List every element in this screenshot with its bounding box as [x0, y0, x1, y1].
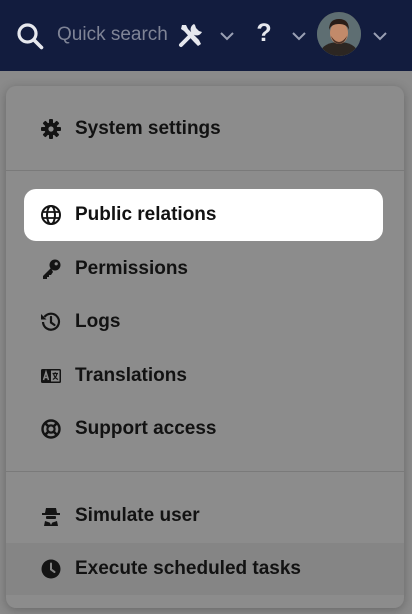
translate-icon [40, 365, 62, 387]
menu-item-public-relations[interactable]: Public relations [24, 189, 383, 241]
clock-icon [40, 558, 62, 580]
menu-divider [6, 471, 404, 472]
help-chevron-down-icon[interactable] [291, 29, 307, 41]
gear-icon [40, 118, 62, 140]
menu-divider [6, 170, 404, 171]
menu-item-label: Permissions [75, 258, 188, 279]
menu-item-permissions[interactable]: Permissions [6, 244, 404, 294]
menu-item-translations[interactable]: Translations [6, 351, 404, 401]
menu-item-label: Translations [75, 365, 187, 386]
menu-item-label: Simulate user [75, 505, 200, 526]
tools-chevron-down-icon[interactable] [219, 29, 235, 41]
menu-item-logs[interactable]: Logs [6, 297, 404, 347]
admin-dropdown-menu: System settings Public relations Permiss… [6, 86, 404, 608]
lifebuoy-icon [40, 418, 62, 440]
top-navigation-bar: Quick search ? [0, 0, 412, 71]
user-avatar[interactable] [317, 12, 361, 56]
menu-item-execute-scheduled-tasks[interactable]: Execute scheduled tasks [6, 543, 404, 595]
menu-item-label: Execute scheduled tasks [75, 558, 301, 579]
menu-item-label: Logs [75, 311, 121, 332]
globe-icon [40, 204, 62, 226]
tools-icon[interactable] [176, 20, 206, 50]
user-chevron-down-icon[interactable] [372, 29, 388, 41]
menu-item-system-settings[interactable]: System settings [6, 104, 404, 154]
menu-item-label: Public relations [75, 204, 217, 225]
key-icon [40, 258, 62, 280]
menu-item-support-access[interactable]: Support access [6, 404, 404, 454]
menu-item-label: System settings [75, 118, 221, 139]
menu-item-label: Support access [75, 418, 217, 439]
history-icon [40, 311, 62, 333]
help-icon[interactable]: ? [253, 18, 275, 48]
search-icon[interactable] [16, 22, 44, 50]
quick-search-input[interactable]: Quick search [57, 24, 168, 46]
spy-icon [40, 505, 62, 527]
menu-item-simulate-user[interactable]: Simulate user [6, 491, 404, 541]
